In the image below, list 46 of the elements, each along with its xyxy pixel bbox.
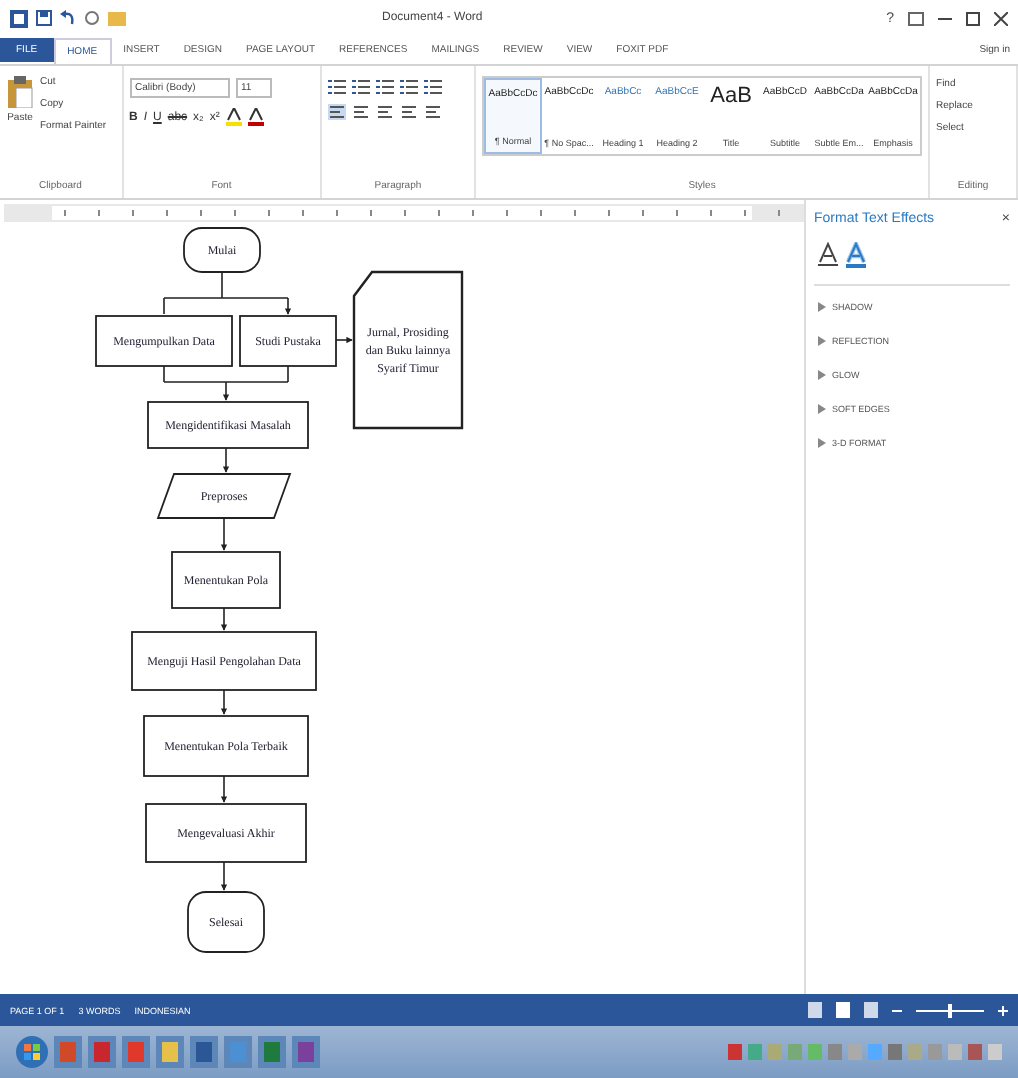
connector-arrow: [222, 447, 230, 473]
process-box: [171, 551, 281, 609]
start-button[interactable]: [16, 1036, 48, 1068]
text-effects-icon[interactable]: [846, 242, 866, 268]
expand-caret-icon: [818, 404, 826, 414]
app-icon[interactable]: [156, 1036, 184, 1068]
process-box: [95, 315, 233, 367]
align-left-icon[interactable]: [327, 104, 346, 120]
expand-caret-icon: [818, 302, 826, 312]
parallelogram-shape: [156, 473, 292, 519]
save-icon[interactable]: [36, 10, 52, 26]
ribbon-display-icon[interactable]: [908, 11, 924, 25]
connector-arrow: [220, 517, 228, 551]
app-icon[interactable]: [292, 1036, 320, 1068]
connector-arrow: [220, 689, 228, 715]
folder-icon[interactable]: [108, 10, 126, 26]
list-icon[interactable]: [327, 78, 346, 94]
list-icon[interactable]: [399, 78, 418, 94]
maximize-icon[interactable]: [966, 11, 980, 25]
align-icon[interactable]: [375, 104, 394, 120]
terminator-shape: [183, 227, 261, 273]
align-icon[interactable]: [399, 104, 418, 120]
connector-arrow: [220, 775, 228, 803]
app-icon[interactable]: [190, 1036, 218, 1068]
connector-arrow: [220, 861, 228, 891]
connector-arrow: [220, 607, 228, 631]
align-icon[interactable]: [423, 104, 442, 120]
close-icon[interactable]: [994, 11, 1008, 25]
connector-arrow: [163, 365, 289, 401]
list-icon[interactable]: [351, 78, 370, 94]
undo-icon[interactable]: [60, 10, 76, 26]
align-icon[interactable]: [351, 104, 370, 120]
expand-caret-icon: [818, 370, 826, 380]
zoom-in-icon[interactable]: [998, 1005, 1008, 1015]
text-fill-icon[interactable]: [818, 242, 838, 268]
clipboard-icon[interactable]: [6, 76, 34, 108]
connector-arrow: [163, 271, 292, 315]
connector-arrow: [335, 336, 353, 344]
font-color-icon[interactable]: [247, 108, 264, 126]
text-highlight-icon[interactable]: [225, 108, 242, 126]
expand-caret-icon: [818, 336, 826, 346]
list-icon[interactable]: [423, 78, 442, 94]
expand-caret-icon: [818, 438, 826, 448]
process-box: [239, 315, 337, 367]
terminator-shape: [187, 891, 265, 953]
list-icon[interactable]: [375, 78, 394, 94]
